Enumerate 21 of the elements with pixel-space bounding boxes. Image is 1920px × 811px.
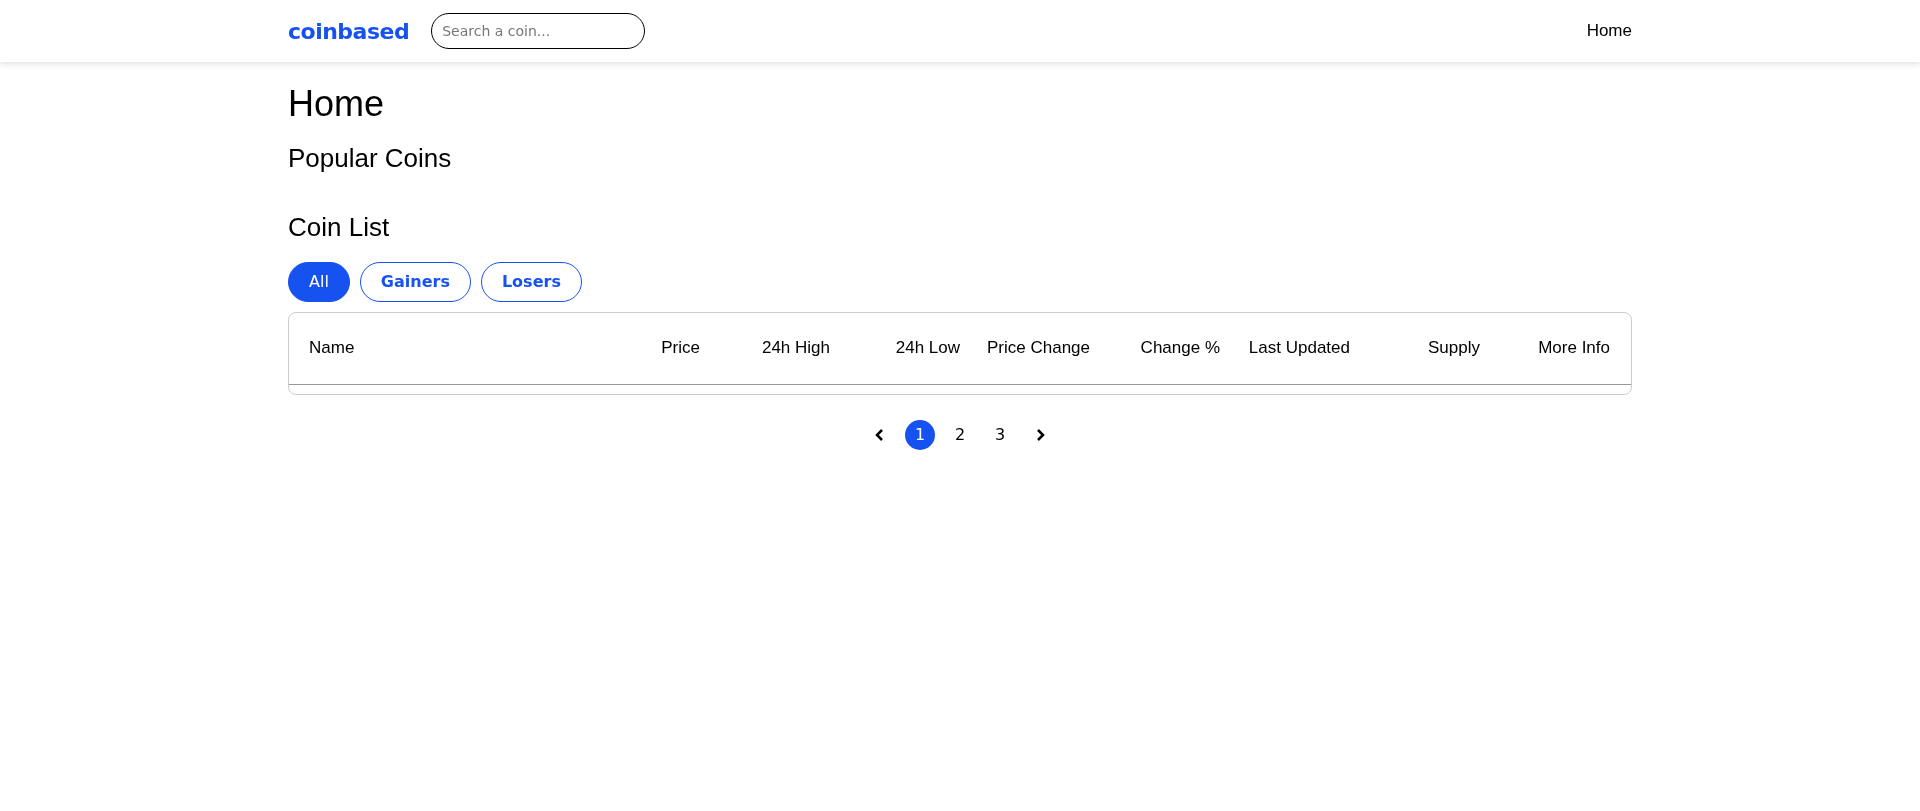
section-title: Popular Coins xyxy=(288,143,453,175)
page-button[interactable]: 3 xyxy=(985,419,1015,450)
search-field[interactable]: Search a coin... xyxy=(431,13,646,49)
column-header: Price xyxy=(660,338,700,359)
page-button[interactable]: 2 xyxy=(945,419,975,450)
section-title: Coin List xyxy=(288,212,391,244)
filter-button[interactable]: All xyxy=(288,261,350,302)
nav-link[interactable]: Home xyxy=(1586,21,1632,41)
logo[interactable]: coinbased xyxy=(288,18,410,44)
column-header: Price Change xyxy=(986,338,1090,359)
column-header: Change % xyxy=(1139,338,1220,359)
page-title: Home xyxy=(288,82,386,126)
column-header: Supply xyxy=(1427,338,1480,359)
filter-button[interactable]: Losers xyxy=(480,261,582,302)
column-header: Last Updated xyxy=(1247,338,1350,359)
column-header: More Info xyxy=(1537,338,1610,359)
column-header: 24h Low xyxy=(894,338,960,359)
column-header: 24h High xyxy=(760,338,830,359)
page-button[interactable]: 1 xyxy=(905,419,935,450)
filter-button[interactable]: Gainers xyxy=(359,261,471,302)
column-header: Name xyxy=(309,338,356,359)
